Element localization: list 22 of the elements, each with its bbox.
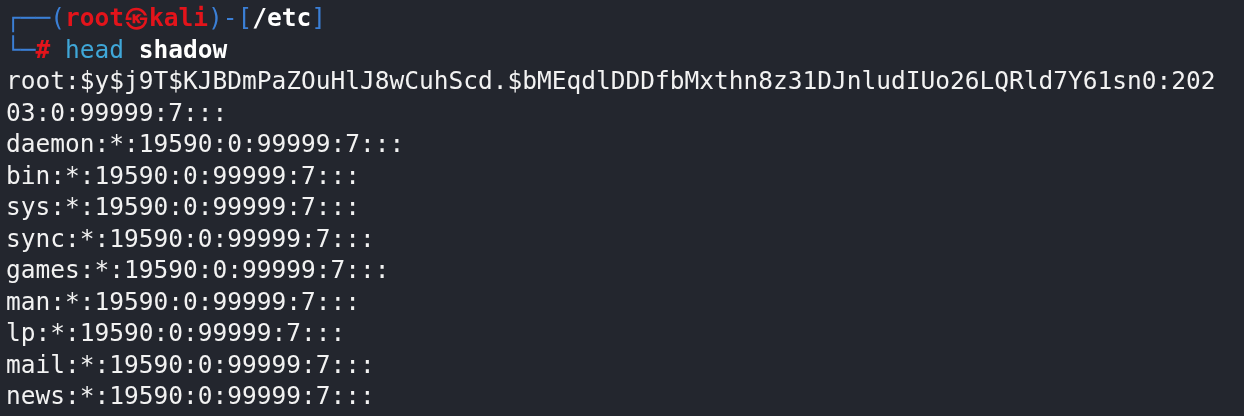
output-line: sys:*:19590:0:99999:7::: bbox=[6, 191, 360, 223]
prompt-directory: /etc bbox=[252, 2, 312, 34]
output-line: 03:0:99999:7::: bbox=[6, 96, 228, 128]
output-line: news:*:19590:0:99999:7::: bbox=[6, 380, 375, 412]
prompt-bracket: ] bbox=[311, 2, 327, 34]
command-argument: shadow bbox=[138, 33, 228, 65]
output-line: daemon:*:19590:0:99999:7::: bbox=[6, 128, 405, 160]
output-line: games:*:19590:0:99999:7::: bbox=[6, 254, 390, 286]
prompt-corner: ┌──( bbox=[6, 2, 65, 34]
output-line: bin:*:19590:0:99999:7::: bbox=[6, 159, 360, 191]
prompt-separator: ㉿ bbox=[124, 2, 150, 34]
prompt-corner: └─ bbox=[6, 33, 36, 65]
prompt-user: root bbox=[65, 2, 125, 34]
output-line: root:$y$j9T$KJBDmPaZOuHlJ8wCuhScd.$bMEqdlDDDfbMxthn8z31DJnludIUo26LQRld7Y61sn0:202 bbox=[6, 65, 1216, 97]
output-line: man:*:19590:0:99999:7::: bbox=[6, 285, 360, 317]
prompt-symbol: # bbox=[35, 33, 51, 65]
output-line: lp:*:19590:0:99999:7::: bbox=[6, 317, 346, 349]
prompt-bracket: )-[ bbox=[208, 2, 253, 34]
output-line: sync:*:19590:0:99999:7::: bbox=[6, 222, 375, 254]
output-line: mail:*:19590:0:99999:7::: bbox=[6, 348, 375, 380]
command-name: head bbox=[64, 33, 124, 65]
prompt-host: kali bbox=[149, 2, 209, 34]
